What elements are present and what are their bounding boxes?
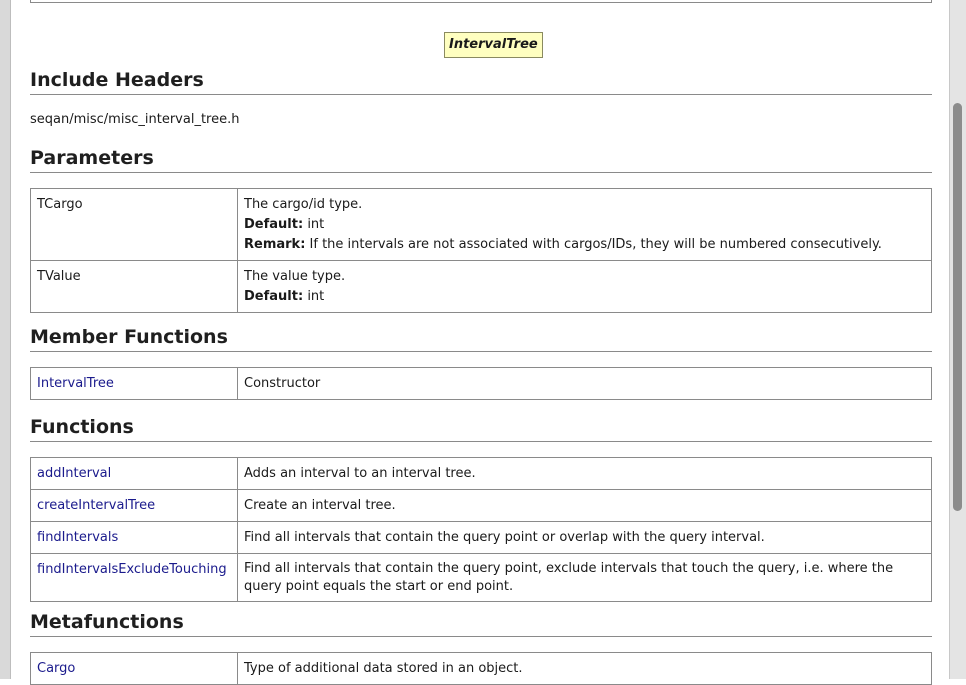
previous-section-box — [30, 0, 932, 3]
param-desc-text: The cargo/id type. — [244, 197, 363, 212]
remark-text: If the intervals are not associated with… — [309, 237, 882, 252]
table-row: createIntervalTree Create an interval tr… — [30, 489, 932, 522]
function-link[interactable]: addInterval — [37, 466, 111, 481]
table-row: IntervalTree Constructor — [30, 367, 932, 400]
metafunction-link[interactable]: Cargo — [37, 661, 75, 676]
function-desc: Create an interval tree. — [237, 489, 932, 522]
member-function-link[interactable]: IntervalTree — [37, 376, 114, 391]
section-title-functions: Functions — [30, 415, 932, 442]
param-default: Default: int — [244, 215, 925, 235]
function-link[interactable]: findIntervals — [37, 530, 118, 545]
table-row: TCargo The cargo/id type. Default: int R… — [30, 188, 932, 261]
parameters-table: TCargo The cargo/id type. Default: int R… — [30, 188, 932, 313]
remark-label: Remark: — [244, 237, 306, 252]
default-value: int — [307, 289, 325, 304]
function-desc: Find all intervals that contain the quer… — [237, 521, 932, 554]
param-remark: Remark: If the intervals are not associa… — [244, 235, 925, 255]
section-title-include-headers: Include Headers — [30, 68, 932, 95]
default-label: Default: — [244, 289, 304, 304]
member-function-desc: Constructor — [237, 367, 932, 400]
include-header-path: seqan/misc/misc_interval_tree.h — [30, 112, 240, 127]
class-badge: IntervalTree — [444, 32, 543, 58]
metafunctions-table: Cargo Type of additional data stored in … — [30, 652, 932, 685]
param-name: TValue — [30, 260, 238, 313]
section-title-metafunctions: Metafunctions — [30, 610, 932, 637]
section-title-member-functions: Member Functions — [30, 325, 932, 352]
param-name: TCargo — [30, 188, 238, 261]
table-row: addInterval Adds an interval to an inter… — [30, 457, 932, 490]
default-value: int — [307, 217, 325, 232]
table-row: TValue The value type. Default: int — [30, 260, 932, 313]
function-desc: Find all intervals that contain the quer… — [237, 553, 932, 602]
table-row: findIntervalsExcludeTouching Find all in… — [30, 553, 932, 602]
table-row: findIntervals Find all intervals that co… — [30, 521, 932, 554]
param-default: Default: int — [244, 287, 925, 307]
metafunction-desc: Type of additional data stored in an obj… — [237, 652, 932, 685]
function-link[interactable]: findIntervalsExcludeTouching — [37, 562, 227, 577]
param-desc-text: The value type. — [244, 269, 346, 284]
section-title-parameters: Parameters — [30, 146, 932, 173]
param-description: The cargo/id type. Default: int Remark: … — [237, 188, 932, 261]
functions-table: addInterval Adds an interval to an inter… — [30, 457, 932, 602]
scrollbar-thumb[interactable] — [953, 103, 962, 511]
param-description: The value type. Default: int — [237, 260, 932, 313]
table-row: Cargo Type of additional data stored in … — [30, 652, 932, 685]
function-link[interactable]: createIntervalTree — [37, 498, 155, 513]
function-desc: Adds an interval to an interval tree. — [237, 457, 932, 490]
window-left-edge — [0, 0, 11, 679]
vertical-scrollbar[interactable] — [949, 0, 966, 679]
default-label: Default: — [244, 217, 304, 232]
member-functions-table: IntervalTree Constructor — [30, 367, 932, 400]
